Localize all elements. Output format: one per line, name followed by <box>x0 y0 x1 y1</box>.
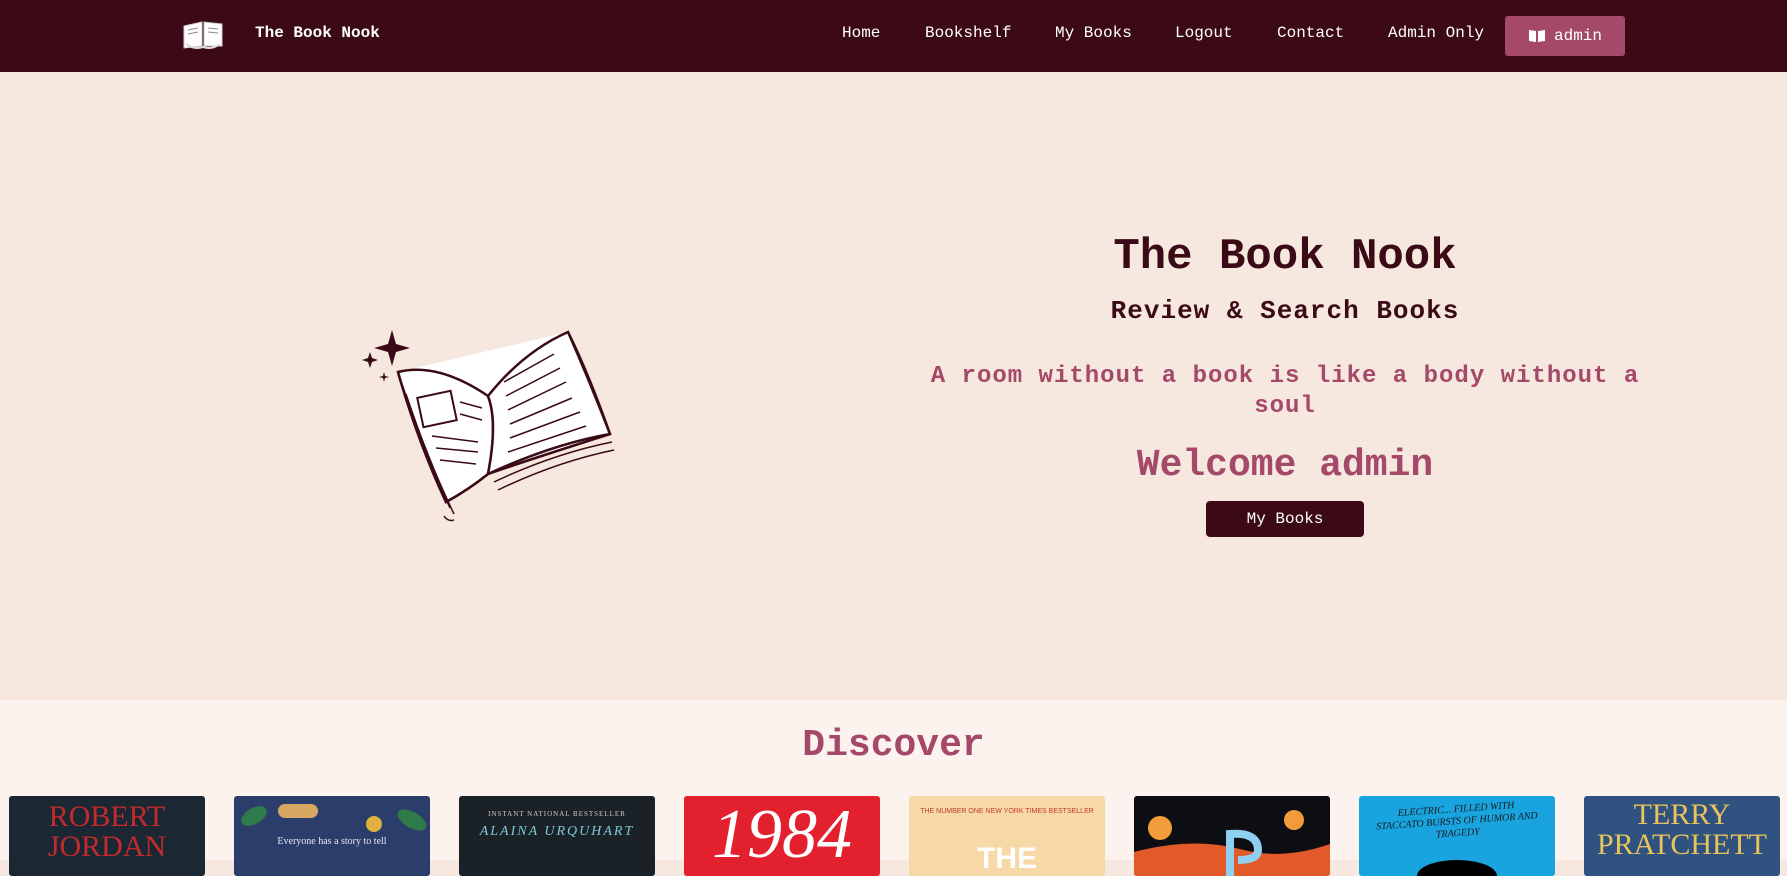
hero-quote: A room without a book is like a body wit… <box>930 363 1640 420</box>
book-cover-4[interactable]: 1984 <box>684 796 880 876</box>
book-icon <box>1528 30 1545 42</box>
book-cover-7[interactable]: ELECTRIC... FILLED WITH STACCATO BURSTS … <box>1359 796 1555 876</box>
nav-bookshelf[interactable]: Bookshelf <box>925 24 1011 42</box>
book-cover-8[interactable]: TERRY PRATCHETT <box>1584 796 1780 876</box>
hero-title: The Book Nook <box>1113 232 1457 282</box>
book-cover-3[interactable]: INSTANT NATIONAL BESTSELLER ALAINA URQUH… <box>459 796 655 876</box>
open-book-sparkles-icon <box>362 330 615 522</box>
book-cover-title: Everyone has a story to tell <box>277 836 387 847</box>
nav-admin-only[interactable]: Admin Only <box>1388 24 1484 42</box>
book-cover-subtext: INSTANT NATIONAL BESTSELLER <box>488 810 626 818</box>
welcome-message: Welcome admin <box>1136 444 1434 487</box>
book-cover-subtext: THE NUMBER ONE NEW YORK TIMES BESTSELLER <box>920 808 1094 815</box>
desert-scene-icon <box>1134 810 1330 876</box>
cloud-icon <box>1417 860 1497 876</box>
book-cover-6[interactable] <box>1134 796 1330 876</box>
discover-section: Discover ROBERT JORDAN Everyone has a st… <box>0 700 1787 876</box>
hero-section: The Book Nook Review & Search Books A ro… <box>0 72 1787 700</box>
book-cover-title: ALAINA URQUHART <box>479 824 635 839</box>
book-cover-2[interactable]: Everyone has a story to tell <box>234 796 430 876</box>
book-cover-1[interactable]: ROBERT JORDAN <box>9 796 205 876</box>
book-cover-title: ROBERT JORDAN <box>47 800 167 863</box>
user-menu-label: admin <box>1553 27 1602 45</box>
user-menu-button[interactable]: admin <box>1505 16 1625 56</box>
nav-logout[interactable]: Logout <box>1175 24 1233 42</box>
nav-contact[interactable]: Contact <box>1277 24 1344 42</box>
book-cover-title: TERRY PRATCHETT <box>1596 798 1767 861</box>
book-cover-5[interactable]: THE NUMBER ONE NEW YORK TIMES BESTSELLER… <box>909 796 1105 876</box>
navbar: The Book Nook Home Bookshelf My Books Lo… <box>0 0 1787 72</box>
hero-subtitle: Review & Search Books <box>1110 296 1460 326</box>
book-cover-title: THE <box>977 842 1037 875</box>
discover-title: Discover <box>802 724 985 767</box>
my-books-button[interactable]: My Books <box>1206 501 1364 537</box>
hero-text: The Book Nook Review & Search Books A ro… <box>900 230 1670 537</box>
nav-home[interactable]: Home <box>842 24 880 42</box>
open-book-icon[interactable] <box>180 16 226 52</box>
nav-my-books[interactable]: My Books <box>1055 24 1132 42</box>
brand-name[interactable]: The Book Nook <box>255 24 380 42</box>
